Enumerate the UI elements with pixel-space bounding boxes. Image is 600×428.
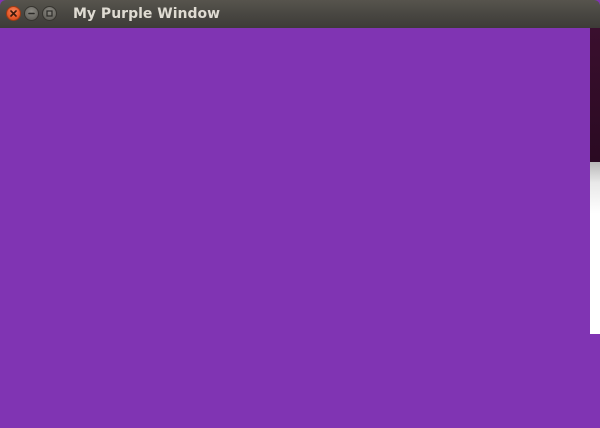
maximize-icon [46, 10, 53, 17]
desktop-background-strip [590, 28, 600, 334]
maximize-button[interactable] [42, 6, 57, 21]
minimize-button[interactable] [24, 6, 39, 21]
close-icon [10, 10, 17, 17]
desktop-dark-region [590, 28, 600, 162]
minimize-icon [28, 12, 35, 15]
window-content[interactable] [0, 28, 600, 428]
window-controls [6, 6, 57, 22]
window-title: My Purple Window [73, 6, 221, 22]
app-window: My Purple Window [0, 0, 600, 428]
desktop-light-region [590, 162, 600, 334]
close-button[interactable] [6, 6, 21, 21]
window-titlebar[interactable]: My Purple Window [0, 0, 600, 28]
